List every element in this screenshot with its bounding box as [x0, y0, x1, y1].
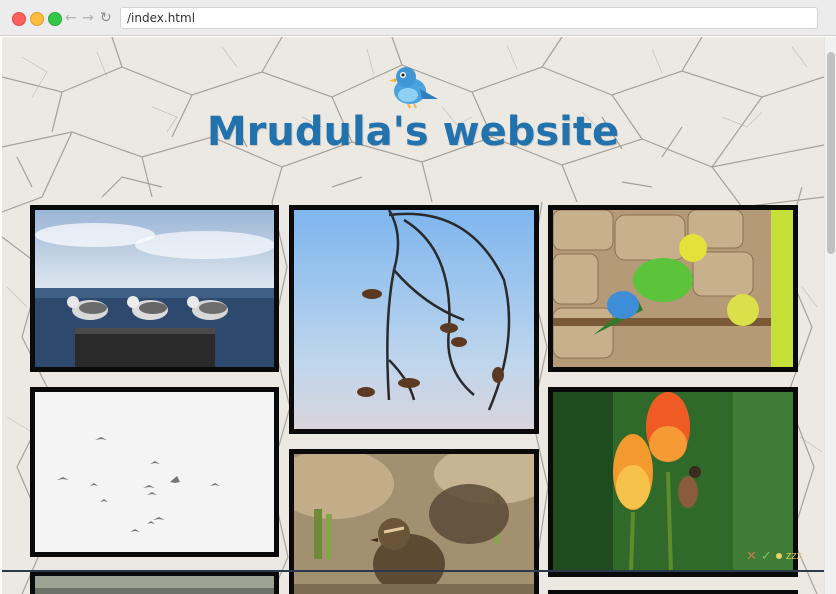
photo-flock-in-sky[interactable]: [30, 387, 279, 557]
birds-branch-image: [294, 210, 534, 429]
page-viewport: Mrudula's website ✕ ✓ ZZZ: [2, 37, 824, 594]
forward-arrow-icon[interactable]: →: [82, 9, 94, 27]
browser-toolbar: ← → ↻ /index.html: [0, 0, 836, 36]
reload-icon[interactable]: ↻: [100, 9, 112, 27]
photo-parakeets[interactable]: [548, 205, 798, 372]
scrollbar-thumb[interactable]: [827, 52, 835, 254]
overlay-toolbar: ✕ ✓ ZZZ: [746, 548, 802, 564]
photo-ducklings[interactable]: [289, 449, 539, 594]
photo-seagulls[interactable]: [30, 205, 279, 372]
ducklings-image: [294, 454, 534, 594]
photo-partial-left[interactable]: [30, 571, 279, 594]
partial-image: [35, 576, 274, 594]
close-icon[interactable]: ✕: [746, 549, 757, 564]
window-maximize-button[interactable]: [48, 12, 62, 26]
bird-logo-icon: [389, 67, 438, 109]
photo-partial-right[interactable]: [548, 590, 798, 594]
parakeets-image: [553, 210, 793, 367]
seagulls-image: [35, 210, 274, 367]
site-title: Mrudula's website: [206, 109, 620, 155]
status-dot-icon: [775, 553, 782, 559]
overlay-divider: [2, 570, 824, 572]
address-bar[interactable]: /index.html: [120, 7, 818, 29]
photo-birds-on-branch[interactable]: [289, 205, 539, 434]
flock-image: [35, 392, 274, 552]
window-close-button[interactable]: [12, 12, 26, 26]
check-icon[interactable]: ✓: [761, 549, 772, 564]
overlay-label: ZZZ: [785, 551, 803, 561]
window-minimize-button[interactable]: [30, 12, 44, 26]
flower-bird-image: [553, 392, 793, 572]
back-arrow-icon[interactable]: ←: [65, 9, 77, 27]
